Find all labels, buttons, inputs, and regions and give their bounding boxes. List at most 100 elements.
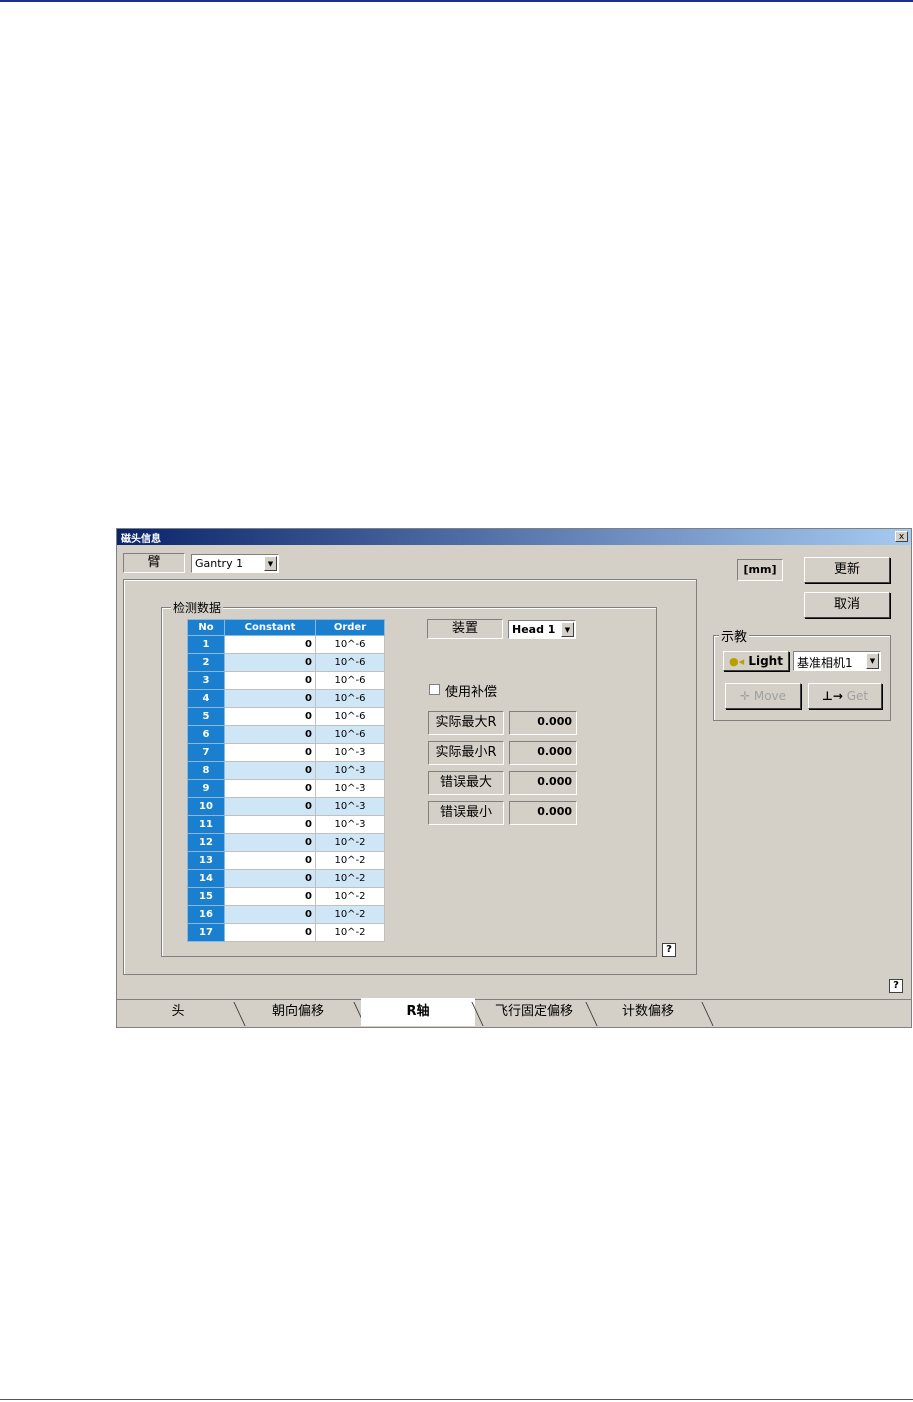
order-cell[interactable]: 10^-6 <box>315 725 385 744</box>
page-bottom-rule <box>0 1399 913 1400</box>
table-row[interactable]: 6 0 10^-6 <box>187 725 385 744</box>
update-button[interactable]: 更新 <box>804 557 890 583</box>
table-row[interactable]: 17 0 10^-2 <box>187 923 385 942</box>
use-compensation-checkbox[interactable] <box>429 684 440 695</box>
arm-label: 臂 <box>123 553 185 573</box>
constant-cell[interactable]: 0 <box>224 833 316 852</box>
constant-cell[interactable]: 0 <box>224 653 316 672</box>
row-number: 12 <box>187 833 225 852</box>
row-number: 9 <box>187 779 225 798</box>
order-cell[interactable]: 10^-3 <box>315 761 385 780</box>
order-cell[interactable]: 10^-6 <box>315 671 385 690</box>
chevron-down-icon[interactable]: ▼ <box>561 622 574 637</box>
camera-select[interactable]: 基准相机1 ▼ <box>793 651 881 671</box>
constant-cell[interactable]: 0 <box>224 905 316 924</box>
order-cell[interactable]: 10^-6 <box>315 689 385 708</box>
order-cell[interactable]: 10^-3 <box>315 797 385 816</box>
order-cell[interactable]: 10^-3 <box>315 815 385 834</box>
table-row[interactable]: 12 0 10^-2 <box>187 833 385 852</box>
get-button[interactable]: ⊥→ Get <box>808 683 882 709</box>
order-cell[interactable]: 10^-2 <box>315 833 385 852</box>
order-cell[interactable]: 10^-6 <box>315 707 385 726</box>
device-label: 装置 <box>427 619 503 639</box>
order-cell[interactable]: 10^-3 <box>315 779 385 798</box>
table-row[interactable]: 13 0 10^-2 <box>187 851 385 870</box>
cancel-button[interactable]: 取消 <box>804 592 890 618</box>
actual-max-r-label: 实际最大R <box>428 711 504 735</box>
table-row[interactable]: 1 0 10^-6 <box>187 635 385 654</box>
constant-cell[interactable]: 0 <box>224 797 316 816</box>
actual-min-r-value: 0.000 <box>509 741 577 765</box>
constant-cell[interactable]: 0 <box>224 761 316 780</box>
row-number: 13 <box>187 851 225 870</box>
constant-cell[interactable]: 0 <box>224 779 316 798</box>
window-title: 磁头信息 <box>121 534 161 545</box>
table-row[interactable]: 5 0 10^-6 <box>187 707 385 726</box>
row-number: 2 <box>187 653 225 672</box>
row-number: 15 <box>187 887 225 906</box>
tab-head[interactable]: 头 <box>123 1000 233 1026</box>
tab-r-axis[interactable]: R轴 <box>361 998 475 1026</box>
constant-cell[interactable]: 0 <box>224 851 316 870</box>
move-button[interactable]: ✛ Move <box>725 683 801 709</box>
constant-cell[interactable]: 0 <box>224 725 316 744</box>
inspect-help-button[interactable]: ? <box>662 943 676 957</box>
row-number: 16 <box>187 905 225 924</box>
table-row[interactable]: 7 0 10^-3 <box>187 743 385 762</box>
chevron-down-icon[interactable]: ▼ <box>866 653 879 669</box>
constant-cell[interactable]: 0 <box>224 815 316 834</box>
constant-cell[interactable]: 0 <box>224 671 316 690</box>
constant-cell[interactable]: 0 <box>224 635 316 654</box>
order-cell[interactable]: 10^-2 <box>315 869 385 888</box>
device-select-value: Head 1 <box>512 623 556 636</box>
arm-select[interactable]: Gantry 1 ▼ <box>191 554 279 573</box>
row-number: 17 <box>187 923 225 942</box>
constant-cell[interactable]: 0 <box>224 689 316 708</box>
constant-cell[interactable]: 0 <box>224 923 316 942</box>
order-cell[interactable]: 10^-2 <box>315 923 385 942</box>
move-button-label: Move <box>753 689 787 703</box>
device-select[interactable]: Head 1 ▼ <box>508 620 576 639</box>
camera-select-value: 基准相机1 <box>797 656 853 670</box>
constant-cell[interactable]: 0 <box>224 887 316 906</box>
table-row[interactable]: 14 0 10^-2 <box>187 869 385 888</box>
tab-count-offset[interactable]: 计数偏移 <box>593 1000 703 1026</box>
light-button[interactable]: ●◂ Light <box>723 651 789 671</box>
table-row[interactable]: 4 0 10^-6 <box>187 689 385 708</box>
head-info-dialog: 磁头信息 x 臂 Gantry 1 ▼ 检测数据 No Constant Ord… <box>116 528 912 1028</box>
table-row[interactable]: 15 0 10^-2 <box>187 887 385 906</box>
error-min-value: 0.000 <box>509 801 577 825</box>
help-icon: ? <box>893 980 899 991</box>
table-row[interactable]: 8 0 10^-3 <box>187 761 385 780</box>
table-row[interactable]: 2 0 10^-6 <box>187 653 385 672</box>
table-row[interactable]: 10 0 10^-3 <box>187 797 385 816</box>
order-cell[interactable]: 10^-2 <box>315 851 385 870</box>
error-min-label: 错误最小 <box>428 801 504 825</box>
row-number: 4 <box>187 689 225 708</box>
table-row[interactable]: 3 0 10^-6 <box>187 671 385 690</box>
constant-cell[interactable]: 0 <box>224 869 316 888</box>
constant-cell[interactable]: 0 <box>224 707 316 726</box>
tab-orientation-offset[interactable]: 朝向偏移 <box>241 1000 355 1026</box>
dialog-help-button[interactable]: ? <box>889 979 903 993</box>
order-cell[interactable]: 10^-6 <box>315 635 385 654</box>
chevron-down-icon[interactable]: ▼ <box>264 556 277 571</box>
actual-min-r-label: 实际最小R <box>428 741 504 765</box>
row-number: 10 <box>187 797 225 816</box>
order-cell[interactable]: 10^-3 <box>315 743 385 762</box>
teach-legend: 示教 <box>719 626 750 645</box>
order-cell[interactable]: 10^-2 <box>315 905 385 924</box>
table-row[interactable]: 11 0 10^-3 <box>187 815 385 834</box>
light-bulb-icon: ●◂ <box>729 655 745 668</box>
order-cell[interactable]: 10^-2 <box>315 887 385 906</box>
close-button[interactable]: x <box>895 531 908 542</box>
arm-select-value: Gantry 1 <box>195 557 244 570</box>
table-row[interactable]: 16 0 10^-2 <box>187 905 385 924</box>
table-row[interactable]: 9 0 10^-3 <box>187 779 385 798</box>
help-icon: ? <box>666 944 672 955</box>
column-header-constant: Constant <box>224 619 316 636</box>
order-cell[interactable]: 10^-6 <box>315 653 385 672</box>
constant-cell[interactable]: 0 <box>224 743 316 762</box>
title-bar[interactable]: 磁头信息 x <box>117 529 911 545</box>
tab-flying-fixed-offset[interactable]: 飞行固定偏移 <box>479 1000 589 1026</box>
